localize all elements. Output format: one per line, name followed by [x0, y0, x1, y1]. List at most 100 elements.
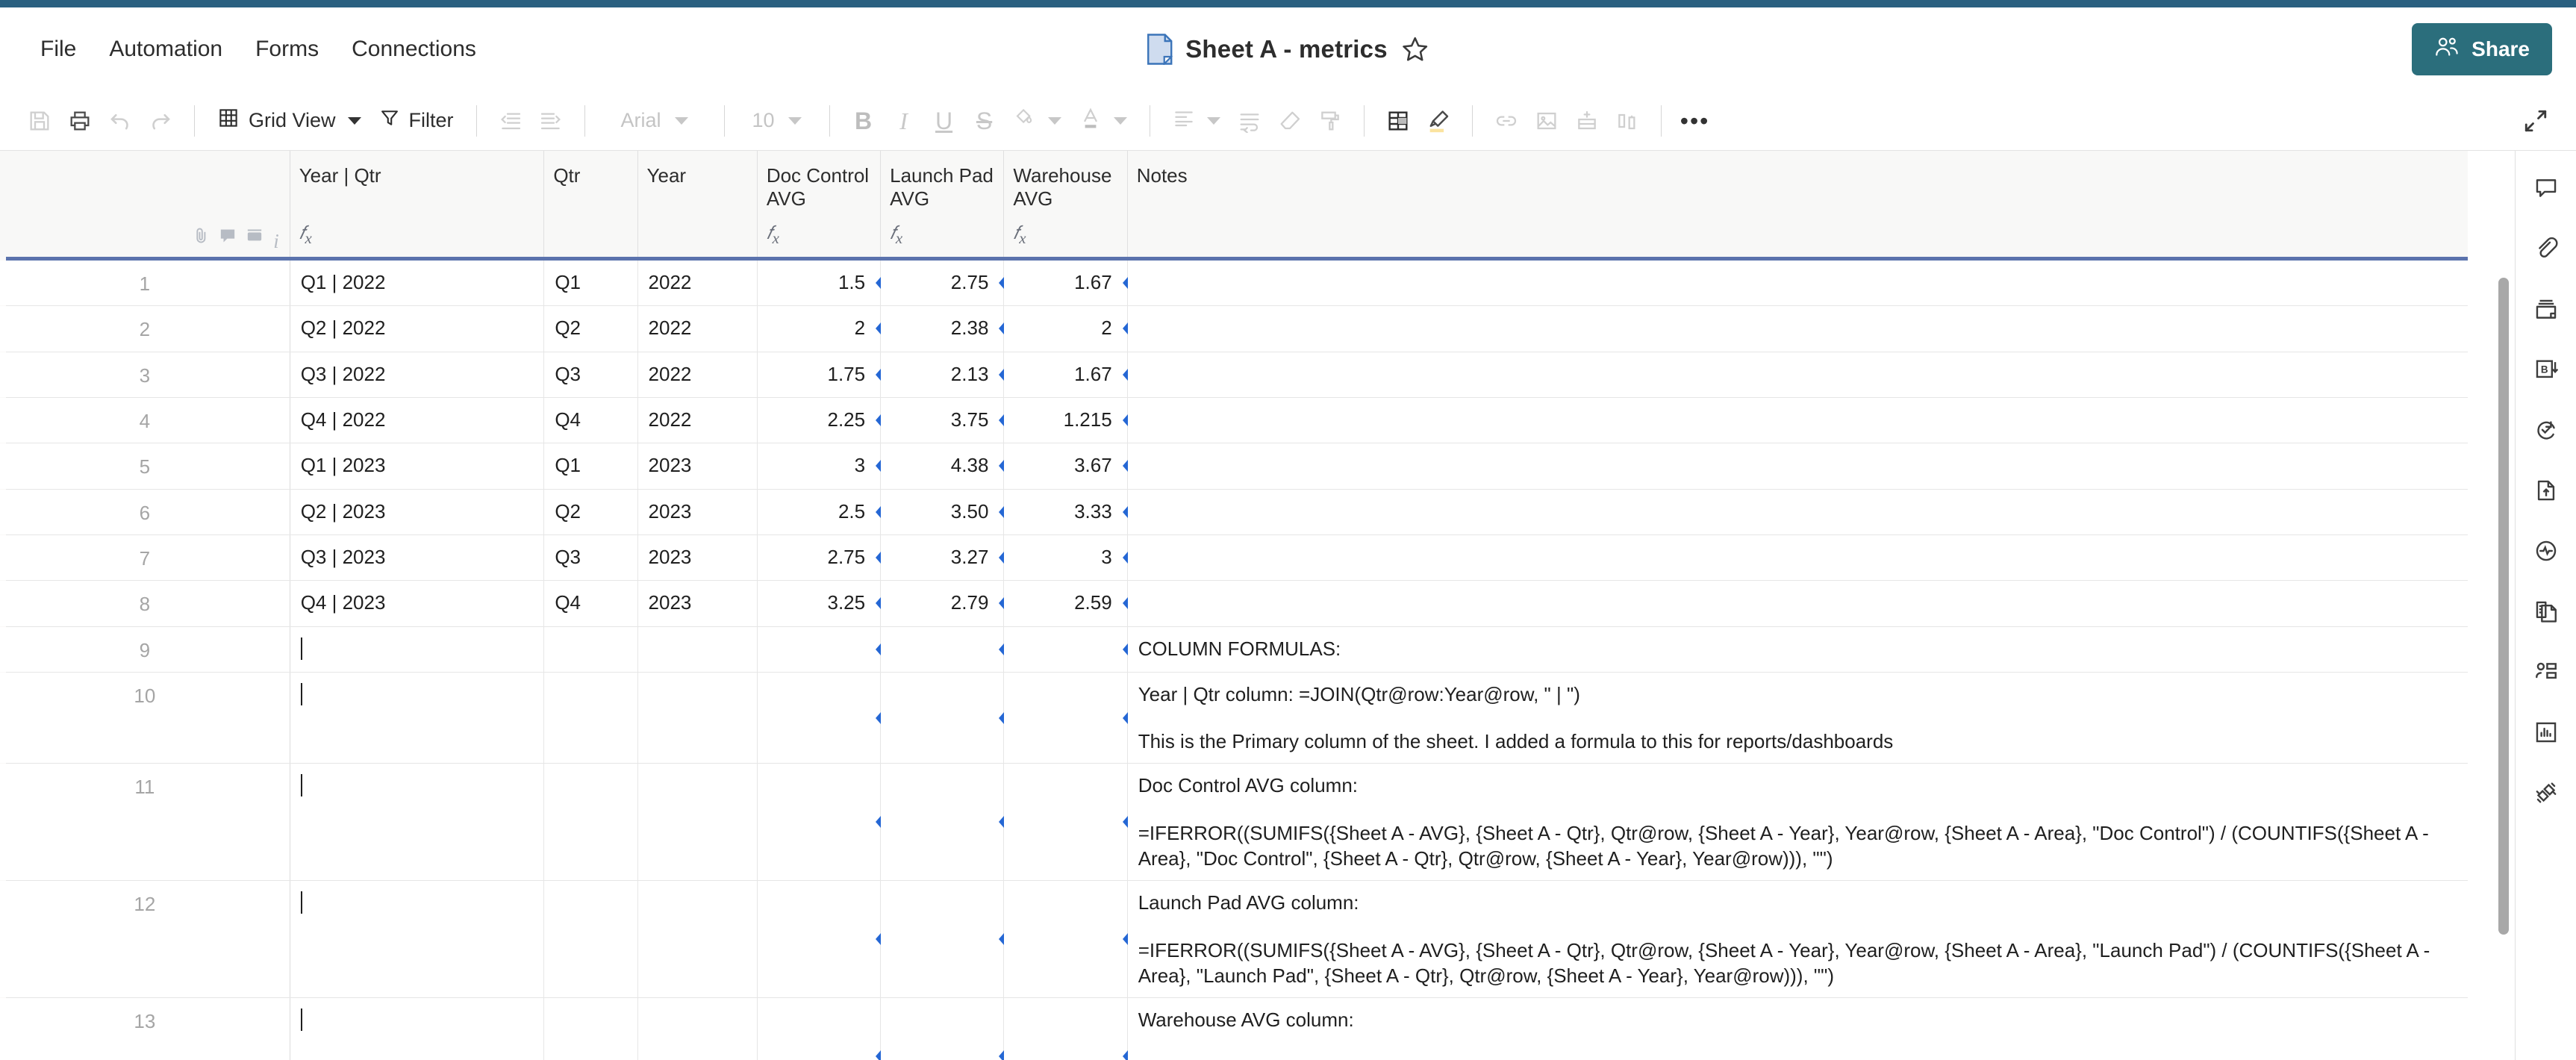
row-info-icon[interactable]: i: [273, 231, 279, 252]
underline-button[interactable]: U: [924, 101, 964, 141]
charts-icon[interactable]: [2525, 711, 2567, 753]
cell-year[interactable]: [637, 626, 758, 673]
cell-launch-pad-avg[interactable]: 2.75: [880, 261, 1005, 307]
favorite-star-icon[interactable]: [1401, 35, 1429, 63]
cell-year[interactable]: 2022: [637, 261, 758, 307]
cell-warehouse-avg[interactable]: 2.59: [1003, 580, 1128, 627]
cell-primary[interactable]: Q3 | 2022: [290, 352, 545, 398]
column-header-primary[interactable]: Year | Qtr 𝑓x: [290, 151, 545, 257]
cell-launch-pad-avg[interactable]: 2.38: [880, 305, 1005, 352]
cell-warehouse-avg[interactable]: [1003, 763, 1128, 882]
upload-icon[interactable]: [2525, 470, 2567, 511]
cell-launch-pad-avg[interactable]: 3.50: [880, 489, 1005, 535]
cell-primary[interactable]: [290, 672, 545, 764]
cell-notes[interactable]: Warehouse AVG column: =IFERROR((SUMIFS({S…: [1127, 997, 2468, 1060]
table-row[interactable]: 13 Warehouse AVG column: =IFERROR((SUMIFS(…: [0, 997, 2468, 1060]
italic-button[interactable]: I: [884, 101, 924, 141]
column-header-doc-control-avg[interactable]: Doc Control AVG 𝑓x: [757, 151, 882, 257]
cell-notes[interactable]: [1127, 534, 2468, 582]
activity-log-icon[interactable]: [2525, 530, 2567, 572]
cell-warehouse-avg[interactable]: 3.33: [1003, 489, 1128, 535]
cell-notes[interactable]: [1127, 261, 2468, 307]
cell-primary[interactable]: Q1 | 2022: [290, 261, 545, 307]
cell-notes[interactable]: [1127, 489, 2468, 535]
insert-image-icon[interactable]: [1526, 101, 1567, 141]
cell-notes[interactable]: Doc Control AVG column: =IFERROR((SUMIFS(…: [1127, 763, 2468, 882]
cell-borders-icon[interactable]: [1378, 101, 1418, 141]
cell-qtr[interactable]: Q1: [543, 443, 638, 490]
cell-year[interactable]: 2022: [637, 352, 758, 398]
font-size-select[interactable]: 10: [738, 103, 816, 138]
cell-notes[interactable]: COLUMN FORMULAS:: [1127, 626, 2468, 673]
table-row[interactable]: 7 Q3 | 2023 Q3 2023 2.75 3.27 3: [0, 534, 2468, 582]
table-row[interactable]: 6 Q2 | 2023 Q2 2023 2.5 3.50 3.33: [0, 489, 2468, 535]
cell-warehouse-avg[interactable]: 3.67: [1003, 443, 1128, 490]
save-icon[interactable]: [19, 101, 60, 141]
cell-qtr[interactable]: [543, 997, 638, 1060]
cell-primary[interactable]: [290, 763, 545, 882]
cell-year[interactable]: 2023: [637, 443, 758, 490]
cell-warehouse-avg[interactable]: [1003, 626, 1128, 673]
cell-launch-pad-avg[interactable]: 3.27: [880, 534, 1005, 582]
cell-notes[interactable]: [1127, 397, 2468, 444]
view-selector[interactable]: Grid View: [208, 101, 370, 140]
cell-doc-control-avg[interactable]: 3.25: [757, 580, 882, 627]
wrap-text-icon[interactable]: [1229, 101, 1270, 141]
cell-primary[interactable]: Q4 | 2022: [290, 397, 545, 444]
table-row[interactable]: 10 Year | Qtr column: =JOIN(Qtr@row:Year@…: [0, 672, 2468, 764]
fill-color-button[interactable]: [1005, 101, 1070, 140]
cell-year[interactable]: [637, 997, 758, 1060]
vertical-scrollbar[interactable]: [2498, 278, 2509, 935]
undo-icon[interactable]: [100, 101, 140, 141]
column-tools-icon[interactable]: [1607, 101, 1647, 141]
column-header-launch-pad-avg[interactable]: Launch Pad AVG 𝑓x: [880, 151, 1005, 257]
cell-year[interactable]: 2023: [637, 534, 758, 582]
cell-qtr[interactable]: Q1: [543, 261, 638, 307]
cell-doc-control-avg[interactable]: [757, 997, 882, 1060]
update-requests-icon[interactable]: [2525, 409, 2567, 451]
bold-button[interactable]: B: [843, 101, 884, 141]
table-row[interactable]: 11 Doc Control AVG column: =IFERROR((SUMIF…: [0, 763, 2468, 882]
cell-primary[interactable]: [290, 997, 545, 1060]
cell-primary[interactable]: Q1 | 2023: [290, 443, 545, 490]
cell-qtr[interactable]: Q4: [543, 397, 638, 444]
cell-launch-pad-avg[interactable]: 2.13: [880, 352, 1005, 398]
table-row[interactable]: 1 Q1 | 2022 Q1 2022 1.5 2.75 1.67: [0, 261, 2468, 307]
cell-doc-control-avg[interactable]: 2.5: [757, 489, 882, 535]
cell-primary[interactable]: [290, 880, 545, 999]
text-color-button[interactable]: [1070, 100, 1136, 141]
text-align-button[interactable]: [1164, 101, 1229, 140]
cell-qtr[interactable]: [543, 763, 638, 882]
table-row[interactable]: 5 Q1 | 2023 Q1 2023 3 4.38 3.67: [0, 443, 2468, 490]
cell-notes[interactable]: [1127, 352, 2468, 398]
table-row[interactable]: 8 Q4 | 2023 Q4 2023 3.25 2.79 2.59: [0, 580, 2468, 627]
cell-launch-pad-avg[interactable]: 4.38: [880, 443, 1005, 490]
cell-launch-pad-avg[interactable]: 3.75: [880, 397, 1005, 444]
cell-year[interactable]: 2023: [637, 580, 758, 627]
cell-doc-control-avg[interactable]: [757, 880, 882, 999]
more-options-button[interactable]: •••: [1675, 101, 1715, 141]
cell-warehouse-avg[interactable]: 3: [1003, 534, 1128, 582]
cell-notes[interactable]: [1127, 305, 2468, 352]
cell-primary[interactable]: Q2 | 2023: [290, 489, 545, 535]
cell-warehouse-avg[interactable]: 1.67: [1003, 261, 1128, 307]
menu-automation[interactable]: Automation: [93, 29, 239, 69]
column-header-qtr[interactable]: Qtr: [543, 151, 638, 257]
cell-year[interactable]: 2022: [637, 397, 758, 444]
cell-notes[interactable]: Launch Pad AVG column: =IFERROR((SUMIFS({…: [1127, 880, 2468, 999]
cell-year[interactable]: [637, 763, 758, 882]
cell-notes[interactable]: Year | Qtr column: =JOIN(Qtr@row:Year@ro…: [1127, 672, 2468, 764]
column-header-warehouse-avg[interactable]: Warehouse AVG 𝑓x: [1003, 151, 1128, 257]
cell-warehouse-avg[interactable]: 1.215: [1003, 397, 1128, 444]
cell-launch-pad-avg[interactable]: 2.79: [880, 580, 1005, 627]
cell-year[interactable]: 2022: [637, 305, 758, 352]
insert-row-icon[interactable]: [1567, 101, 1607, 141]
column-header-notes[interactable]: Notes: [1127, 151, 2468, 257]
cell-launch-pad-avg[interactable]: [880, 763, 1005, 882]
cell-doc-control-avg[interactable]: 1.75: [757, 352, 882, 398]
cell-doc-control-avg[interactable]: 2.25: [757, 397, 882, 444]
hyperlink-icon[interactable]: [1486, 101, 1526, 141]
increase-indent-icon[interactable]: [531, 101, 571, 141]
font-family-select[interactable]: Arial: [599, 103, 711, 138]
cell-qtr[interactable]: Q2: [543, 305, 638, 352]
